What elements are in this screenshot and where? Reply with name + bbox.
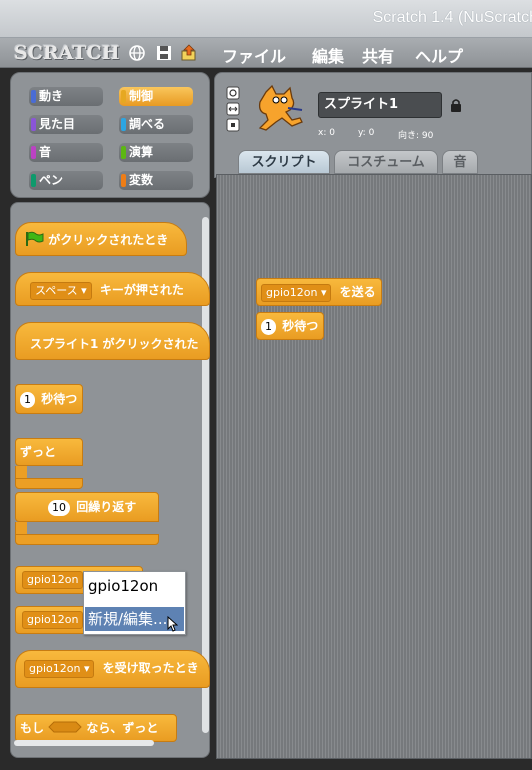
block-when-key-pressed[interactable]: スペース ▾ キーが押された — [15, 272, 210, 306]
category-variables[interactable]: 変数 — [119, 171, 193, 190]
sprite-y: y: 0 — [358, 128, 375, 138]
repeat-bottom — [15, 534, 159, 545]
dropdown-value: gpio12on — [266, 286, 318, 299]
menu-bar: SCRATCH ファイル 編集 共有 ヘルプ — [0, 38, 532, 68]
category-swatch — [31, 118, 36, 131]
category-pen[interactable]: ペン — [29, 171, 103, 190]
script-broadcast-dropdown[interactable]: gpio12on ▾ — [261, 284, 332, 302]
cat-sprite-thumbnail — [258, 84, 303, 131]
category-label: 音 — [39, 145, 52, 159]
category-label: 変数 — [129, 173, 154, 187]
block-text: キーが押された — [99, 283, 184, 297]
sprite-name-field[interactable]: スプライト1 — [318, 92, 442, 118]
save-disk-icon[interactable] — [155, 44, 173, 62]
category-swatch — [31, 174, 36, 187]
broadcast-dropdown[interactable]: gpio12on — [22, 571, 84, 589]
category-swatch — [121, 146, 126, 159]
tab-costumes[interactable]: コスチューム — [334, 150, 438, 174]
block-text: 秒待つ — [282, 319, 319, 333]
share-upload-icon[interactable] — [180, 44, 198, 62]
menu-edit[interactable]: 編集 — [312, 43, 344, 67]
script-block-broadcast[interactable]: gpio12on ▾ を送る — [256, 278, 382, 306]
category-looks[interactable]: 見た目 — [29, 115, 103, 134]
dropdown-value: gpio12on — [29, 662, 81, 675]
boolean-slot[interactable] — [48, 721, 82, 733]
block-when-receive[interactable]: gpio12on ▾ を受け取ったとき — [15, 650, 210, 688]
window-title: Scratch 1.4 (NuScratch — [372, 9, 532, 26]
dropdown-value: gpio12on — [27, 573, 79, 586]
scratch-window: Scratch 1.4 (NuScratch SCRATCH ファイル 編集 共… — [0, 0, 532, 770]
category-label: 見た目 — [39, 117, 76, 131]
mouse-cursor-icon — [167, 616, 178, 632]
block-text: がクリックされたとき — [48, 233, 169, 247]
lock-icon[interactable] — [450, 98, 462, 112]
block-text: スプライト1 がクリックされた — [30, 337, 199, 351]
menu-share[interactable]: 共有 — [362, 43, 394, 67]
tab-sounds[interactable]: 音 — [442, 150, 478, 174]
green-flag-icon — [26, 231, 44, 246]
block-wait[interactable]: 1 秒待つ — [15, 384, 83, 414]
repeat-number-input[interactable]: 10 — [48, 500, 70, 516]
block-text: を送る — [339, 285, 376, 299]
category-panel: 動き 制御 見た目 調べる 音 演算 ペン 変数 — [10, 72, 210, 198]
sprite-x: x: 0 — [318, 128, 335, 138]
category-label: 調べる — [129, 117, 166, 131]
title-bar: Scratch 1.4 (NuScratch — [0, 0, 532, 38]
dropdown-value: gpio12on — [27, 613, 79, 626]
broadcast-popup-menu: gpio12on 新規/編集... — [83, 571, 186, 635]
receive-dropdown[interactable]: gpio12on ▾ — [24, 660, 95, 678]
menu-file[interactable]: ファイル — [222, 43, 286, 67]
category-control[interactable]: 制御 — [119, 87, 193, 106]
block-text: もし — [20, 721, 45, 735]
category-label: 演算 — [129, 145, 154, 159]
block-if-forever[interactable]: もし なら、ずっと — [15, 714, 177, 742]
category-motion[interactable]: 動き — [29, 87, 103, 106]
menu-help[interactable]: ヘルプ — [415, 43, 463, 67]
category-operators[interactable]: 演算 — [119, 143, 193, 162]
category-label: 動き — [39, 89, 64, 103]
palette-horizontal-scrollbar[interactable] — [14, 740, 154, 746]
category-swatch — [121, 174, 126, 187]
category-swatch — [31, 90, 36, 103]
category-sensing[interactable]: 調べる — [119, 115, 193, 134]
script-block-wait[interactable]: 1 秒待つ — [256, 312, 324, 340]
wait-number-input[interactable]: 1 — [20, 392, 35, 408]
tab-scripts[interactable]: スクリプト — [238, 150, 330, 174]
category-label: 制御 — [129, 89, 154, 103]
block-text: なら、ずっと — [86, 721, 159, 735]
sprite-direction: 向き: 90 — [398, 131, 434, 141]
block-text: を受け取ったとき — [102, 661, 199, 675]
block-forever[interactable]: ずっと — [15, 438, 83, 466]
globe-icon[interactable] — [128, 44, 146, 62]
block-text: 回繰り返す — [76, 500, 137, 514]
category-label: ペン — [39, 173, 64, 187]
block-repeat[interactable]: 10 回繰り返す — [15, 492, 159, 522]
popup-item-gpio12on[interactable]: gpio12on — [88, 577, 158, 595]
dropdown-value: スペース — [35, 284, 78, 297]
block-text: 秒待つ — [41, 392, 78, 406]
category-swatch — [121, 90, 126, 103]
category-swatch — [121, 118, 126, 131]
category-sound[interactable]: 音 — [29, 143, 103, 162]
broadcast-dropdown[interactable]: gpio12on — [22, 611, 84, 629]
key-dropdown[interactable]: スペース ▾ — [30, 282, 92, 300]
rotation-style-icon[interactable] — [226, 86, 240, 132]
forever-bottom — [15, 478, 83, 489]
block-when-flag-clicked[interactable]: がクリックされたとき — [15, 222, 187, 256]
block-text: ずっと — [20, 445, 57, 459]
script-area[interactable] — [216, 174, 532, 759]
script-wait-number-input[interactable]: 1 — [261, 319, 276, 335]
block-when-sprite-clicked[interactable]: スプライト1 がクリックされた — [15, 322, 210, 360]
scratch-logo: SCRATCH — [14, 42, 120, 64]
category-swatch — [31, 146, 36, 159]
